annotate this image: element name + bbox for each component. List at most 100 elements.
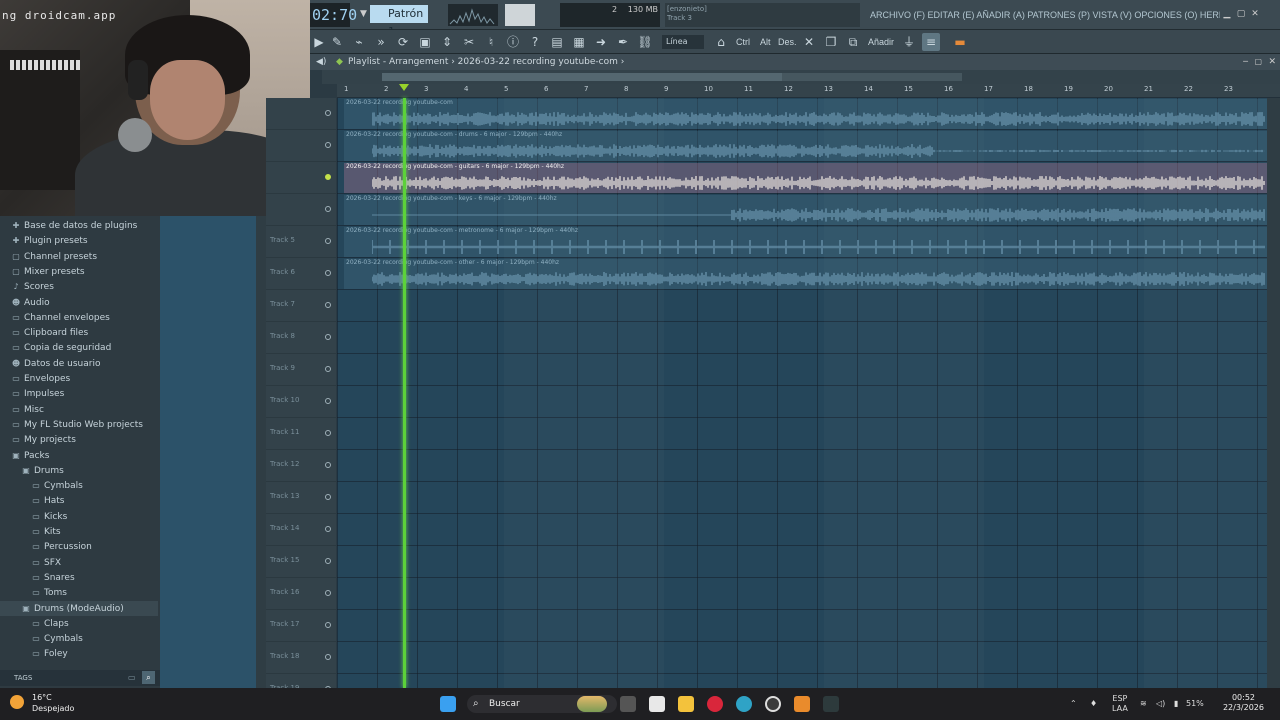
tags-folder-icon[interactable]: ▭ xyxy=(128,670,136,686)
taskbar-clock[interactable]: 00:52 22/3/2026 xyxy=(1223,693,1264,713)
color-slider-icon[interactable]: ▬ xyxy=(948,33,972,51)
browser-item[interactable]: ▭ Clipboard files xyxy=(0,325,158,340)
browser-item[interactable]: ▭ Misc xyxy=(0,402,158,417)
track-mute-icon[interactable] xyxy=(325,590,331,596)
volume-icon[interactable]: ◁) xyxy=(1156,688,1165,720)
browser-item[interactable]: ▣ Packs xyxy=(0,448,158,463)
song-position-display[interactable]: 02:70 xyxy=(310,3,357,27)
playlist-minimize-icon[interactable]: ─ xyxy=(1243,54,1248,70)
track-header[interactable] xyxy=(266,162,336,194)
tray-mic-icon[interactable]: ♦ xyxy=(1090,688,1097,720)
audio-clip[interactable]: 2026-03-22 recording youtube-com - keys … xyxy=(344,195,1267,225)
track-header[interactable]: Track 6 xyxy=(266,258,336,290)
track-header[interactable]: Track 9 xyxy=(266,354,336,386)
browser-item[interactable]: ▭ Hats xyxy=(0,493,158,508)
browser-item[interactable]: ▭ Copia de seguridad xyxy=(0,340,158,355)
track-header[interactable]: Track 17 xyxy=(266,610,336,642)
add-button[interactable]: Añadir xyxy=(866,33,896,51)
browser-item[interactable]: ▭ Envelopes xyxy=(0,371,158,386)
browser-item[interactable]: ▭ Snares xyxy=(0,570,158,585)
audio-clip[interactable]: 2026-03-22 recording youtube-com xyxy=(344,99,1267,129)
delete-icon[interactable]: ✕ xyxy=(800,33,818,51)
track-mute-icon[interactable] xyxy=(325,334,331,340)
alt-button[interactable]: Alt xyxy=(758,33,773,51)
track-mute-icon[interactable] xyxy=(325,142,331,148)
track-header[interactable]: Track 10 xyxy=(266,386,336,418)
close-icon[interactable]: ✕ xyxy=(1249,8,1261,20)
copy-icon[interactable]: ❐ xyxy=(822,33,840,51)
track-header[interactable]: Track 14 xyxy=(266,514,336,546)
browser-item[interactable]: ▭ Kits xyxy=(0,524,158,539)
browser-item[interactable]: ☻ Datos de usuario xyxy=(0,356,158,371)
track-mute-icon[interactable] xyxy=(325,654,331,660)
save-icon[interactable]: ▣ xyxy=(416,33,434,51)
magnet-icon[interactable]: ⌂ xyxy=(712,33,730,51)
track-mute-icon[interactable] xyxy=(325,366,331,372)
track-mute-icon[interactable] xyxy=(325,494,331,500)
browser-item[interactable]: ▭ Cymbals xyxy=(0,478,158,493)
browser-item[interactable]: ▭ Foley xyxy=(0,646,158,661)
browser-item[interactable]: ▣ Drums (ModeAudio) xyxy=(0,600,158,616)
forward-icon[interactable]: » xyxy=(372,33,390,51)
track-header[interactable]: Track 16 xyxy=(266,578,336,610)
app-terminal-icon[interactable] xyxy=(823,696,839,712)
track-mute-icon[interactable] xyxy=(325,302,331,308)
track-mute-icon[interactable] xyxy=(325,238,331,244)
maximize-icon[interactable]: ▢ xyxy=(1235,8,1247,20)
browser-item[interactable]: ▣ Drums xyxy=(0,463,158,478)
pattern-dropdown-icon[interactable]: ▼ xyxy=(360,5,370,23)
windows-start-icon[interactable] xyxy=(440,696,456,712)
speaker-icon[interactable]: ◀) xyxy=(316,54,326,70)
store-icon[interactable] xyxy=(649,696,665,712)
fl-studio-icon[interactable] xyxy=(794,696,810,712)
help-icon[interactable]: ? xyxy=(526,33,544,51)
deselect-button[interactable]: Des. xyxy=(776,33,799,51)
arrangement-grid[interactable]: 2026-03-22 recording youtube-com 2026-03-… xyxy=(337,98,1267,688)
track-header[interactable]: Track 12 xyxy=(266,450,336,482)
track-header[interactable]: Track 5 xyxy=(266,226,336,258)
playlist-close-icon[interactable]: ✕ xyxy=(1268,54,1276,70)
track-header[interactable] xyxy=(266,98,336,130)
language-indicator[interactable]: ESP LAA xyxy=(1112,694,1128,714)
browser-item[interactable]: ✚ Plugin presets xyxy=(0,233,158,248)
audio-clip[interactable]: 2026-03-22 recording youtube-com - drums… xyxy=(344,131,1267,161)
app-red-icon[interactable] xyxy=(707,696,723,712)
pencil-icon[interactable]: ✎ xyxy=(328,33,346,51)
slice-icon[interactable]: ⇕ xyxy=(438,33,456,51)
list-icon[interactable]: ≡ xyxy=(922,33,940,51)
browser-item[interactable]: ✚ Base de datos de plugins xyxy=(0,218,158,233)
brush-icon[interactable]: ⌁ xyxy=(350,33,368,51)
browser-item[interactable]: ▭ Kicks xyxy=(0,509,158,524)
track-mute-icon[interactable] xyxy=(325,558,331,564)
audio-clip[interactable]: 2026-03-22 recording youtube-com - metro… xyxy=(344,227,1267,257)
obs-icon[interactable] xyxy=(765,696,781,712)
track-header[interactable] xyxy=(266,194,336,226)
tune-icon[interactable]: ⏚ xyxy=(900,33,918,51)
timeline-ruler[interactable]: 1 2 3 4 5 6 7 8 9 10 11 12 13 14 15 16 17 18 19 20 21 22 23 xyxy=(337,84,1280,98)
track-header[interactable]: Track 11 xyxy=(266,418,336,450)
browser-item[interactable]: ▭ Channel envelopes xyxy=(0,310,158,325)
piano-roll-icon[interactable]: ▦ xyxy=(570,33,588,51)
track-mute-icon[interactable] xyxy=(325,622,331,628)
browser-item[interactable]: ▭ Cymbals xyxy=(0,631,158,646)
browser-item[interactable]: ▭ Impulses xyxy=(0,386,158,401)
track-mute-icon[interactable] xyxy=(325,398,331,404)
tray-chevron-icon[interactable]: ⌃ xyxy=(1070,688,1077,720)
track-header[interactable]: Track 7 xyxy=(266,290,336,322)
track-header[interactable] xyxy=(266,130,336,162)
browser-item[interactable]: ▭ Toms xyxy=(0,585,158,600)
browser-item[interactable]: ♪ Scores xyxy=(0,279,158,294)
microphone-icon[interactable]: ♮ xyxy=(482,33,500,51)
song-position-marker-icon[interactable] xyxy=(399,84,409,91)
track-mute-icon[interactable] xyxy=(325,174,331,180)
browser-item[interactable]: ▭ My projects xyxy=(0,432,158,447)
tags-search-icon[interactable]: ⌕ xyxy=(142,671,155,684)
overview-thumb[interactable] xyxy=(382,73,782,81)
track-header[interactable]: Track 15 xyxy=(266,546,336,578)
pattern-selector[interactable]: Patrón 1 xyxy=(370,5,428,38)
browser-item[interactable]: ▢ Channel presets xyxy=(0,249,158,264)
browser-item[interactable]: ▭ Claps xyxy=(0,616,158,631)
vertical-scrollbar[interactable] xyxy=(1267,98,1280,688)
playhead[interactable] xyxy=(403,98,406,688)
minimize-icon[interactable]: ▁ xyxy=(1221,8,1233,20)
